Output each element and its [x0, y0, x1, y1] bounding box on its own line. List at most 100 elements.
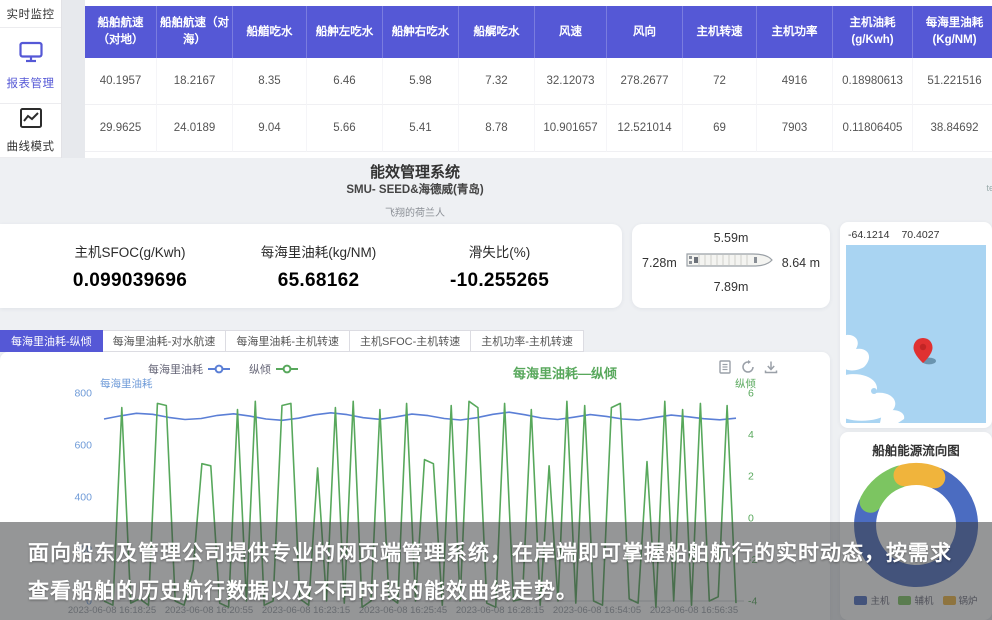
tab-主机SFOC-主机转速[interactable]: 主机SFOC-主机转速	[350, 330, 471, 352]
table-header-cell: 主机功率	[757, 6, 833, 58]
kpi-label: 滑失比(%)	[450, 241, 549, 261]
table-header-cell: 船舯左吃水	[307, 6, 383, 58]
legend-item[interactable]: 纵倾	[249, 361, 299, 377]
table-cell: 7.32	[459, 58, 535, 105]
donut-segment-锅炉[interactable]	[905, 474, 935, 477]
series-line-每海里油耗	[104, 412, 736, 420]
monitor-screen-icon	[18, 40, 44, 69]
table-cell: 8.78	[459, 105, 535, 152]
tab-每海里油耗-主机转速[interactable]: 每海里油耗-主机转速	[226, 330, 350, 352]
chart-tabs: 每海里油耗-纵倾每海里油耗-对水航速每海里油耗-主机转速主机SFOC-主机转速主…	[0, 330, 584, 352]
draft-card: 5.59m 7.28m 8.64 m 7.89m	[632, 224, 830, 308]
legend-label: 纵倾	[249, 361, 271, 377]
energy-flow-title: 船舶能源流向图	[840, 440, 992, 459]
right-axis-tick: 6	[748, 388, 754, 400]
red-location-pin-icon[interactable]	[912, 337, 938, 367]
page-subtitle: SMU- SEED&海德威(青岛)	[0, 181, 830, 197]
latitude-value: 70.4027	[901, 229, 939, 241]
table-cell: 12.521014	[607, 105, 683, 152]
table-header-cell: 船舯右吃水	[383, 6, 459, 58]
curve-chart-icon	[19, 107, 43, 134]
legend-line-marker-icon	[207, 364, 231, 374]
tab-每海里油耗-纵倾[interactable]: 每海里油耗-纵倾	[0, 330, 103, 352]
table-header-cell: 风速	[535, 6, 607, 58]
table-cell: 7903	[757, 105, 833, 152]
right-axis-tick: 4	[748, 429, 754, 441]
table-cell: 72	[683, 58, 757, 105]
right-axis-tick: 2	[748, 471, 754, 483]
table-cell: 5.41	[383, 105, 459, 152]
energy-management-dashboard: 实时监控 报表管理 曲线模式 船舶航速（对地）船舶航速（对海）船艏吃水船舯左吃水…	[0, 0, 992, 620]
table-cell: 5.66	[307, 105, 383, 152]
sidebar-item-label: 曲线模式	[7, 138, 55, 154]
sidebar-item-realtime-monitor[interactable]: 实时监控	[0, 0, 61, 28]
data-view-icon[interactable]	[718, 360, 732, 379]
chart-legend: 每海里油耗 纵倾	[148, 361, 299, 377]
legend-label: 每海里油耗	[148, 361, 203, 377]
sidebar-item-report-management[interactable]: 报表管理	[0, 28, 61, 104]
table-header-cell: 船舶航速（对地）	[85, 6, 157, 58]
table-cell: 4916	[757, 58, 833, 105]
edge-text-fragment: te	[986, 183, 992, 193]
draft-bottom-value: 7.89m	[642, 280, 820, 294]
sidebar-item-curve-mode[interactable]: 曲线模式	[0, 104, 61, 158]
kpi-value: 0.099039696	[73, 270, 187, 292]
map-coordinates: -64.1214 70.4027	[846, 227, 986, 245]
kpi-stat: 主机SFOC(g/Kwh) 0.099039696	[73, 241, 187, 292]
sidebar-item-label: 实时监控	[7, 6, 55, 22]
sidebar: 实时监控 报表管理 曲线模式	[0, 0, 62, 158]
left-axis-tick: 600	[74, 440, 92, 452]
kpi-label: 主机SFOC(g/Kwh)	[73, 241, 187, 261]
table-header-cell: 主机转速	[683, 6, 757, 58]
table-cell: 278.2677	[607, 58, 683, 105]
kpi-value: 65.68162	[261, 270, 377, 292]
ship-side-icon	[683, 248, 775, 277]
map-view[interactable]	[846, 245, 986, 423]
table-cell: 0.18980613	[833, 58, 913, 105]
draft-top-value: 5.59m	[642, 231, 820, 245]
kpi-stat: 每海里油耗(kg/NM) 65.68162	[261, 241, 377, 292]
table-header-cell: 每海里油耗(Kg/NM)	[913, 6, 992, 58]
kpi-value: -10.255265	[450, 270, 549, 292]
table-row[interactable]: 40.195718.21678.356.465.987.3232.1207327…	[85, 58, 992, 105]
sidebar-gutter	[62, 0, 85, 158]
table-header-cell: 船艉吃水	[459, 6, 535, 58]
table-cell: 10.901657	[535, 105, 607, 152]
table-cell: 0.11806405	[833, 105, 913, 152]
legend-line-marker-icon	[275, 364, 299, 374]
table-cell: 18.2167	[157, 58, 233, 105]
table-row[interactable]: 29.962524.01899.045.665.418.7810.9016571…	[85, 105, 992, 152]
table-header-cell: 船艏吃水	[233, 6, 307, 58]
table-cell: 8.35	[233, 58, 307, 105]
longitude-value: -64.1214	[848, 229, 889, 241]
kpi-stat: 滑失比(%) -10.255265	[450, 241, 549, 292]
table-cell: 40.1957	[85, 58, 157, 105]
table-cell: 38.84692	[913, 105, 992, 152]
table-header-cell: 主机油耗(g/Kwh)	[833, 6, 913, 58]
overlay-text: 面向船东及管理公司提供专业的网页端管理系统，在岸端即可掌握船舶航行的实时动态，按…	[28, 535, 964, 611]
draft-right-value: 8.64 m	[782, 256, 820, 270]
table-cell: 32.12073	[535, 58, 607, 105]
tab-每海里油耗-对水航速[interactable]: 每海里油耗-对水航速	[103, 330, 227, 352]
tab-主机功率-主机转速[interactable]: 主机功率-主机转速	[471, 330, 584, 352]
table-cell: 51.221516	[913, 58, 992, 105]
kpi-label: 每海里油耗(kg/NM)	[261, 241, 377, 261]
table-cell: 24.0189	[157, 105, 233, 152]
table-cell: 29.9625	[85, 105, 157, 152]
ship-name: 飞翔的荷兰人	[0, 204, 830, 219]
table-header-cell: 风向	[607, 6, 683, 58]
table-header-cell: 船舶航速（对海）	[157, 6, 233, 58]
kpi-stats-card: 主机SFOC(g/Kwh) 0.099039696 每海里油耗(kg/NM) 65.6…	[0, 224, 622, 308]
table-cell: 6.46	[307, 58, 383, 105]
map-card: -64.1214 70.4027	[840, 222, 992, 428]
table-header-row: 船舶航速（对地）船舶航速（对海）船艏吃水船舯左吃水船舯右吃水船艉吃水风速风向主机…	[85, 6, 992, 58]
table-cell: 69	[683, 105, 757, 152]
legend-item[interactable]: 每海里油耗	[148, 361, 231, 377]
table-cell: 5.98	[383, 58, 459, 105]
voyage-data-table: 船舶航速（对地）船舶航速（对海）船艏吃水船舯左吃水船舯右吃水船艉吃水风速风向主机…	[85, 6, 992, 152]
download-icon[interactable]	[764, 360, 778, 379]
table-body: 40.195718.21678.356.465.987.3232.1207327…	[85, 58, 992, 152]
map-landmass	[846, 245, 986, 423]
left-axis-tick: 800	[74, 388, 92, 400]
left-axis-tick: 400	[74, 492, 92, 504]
